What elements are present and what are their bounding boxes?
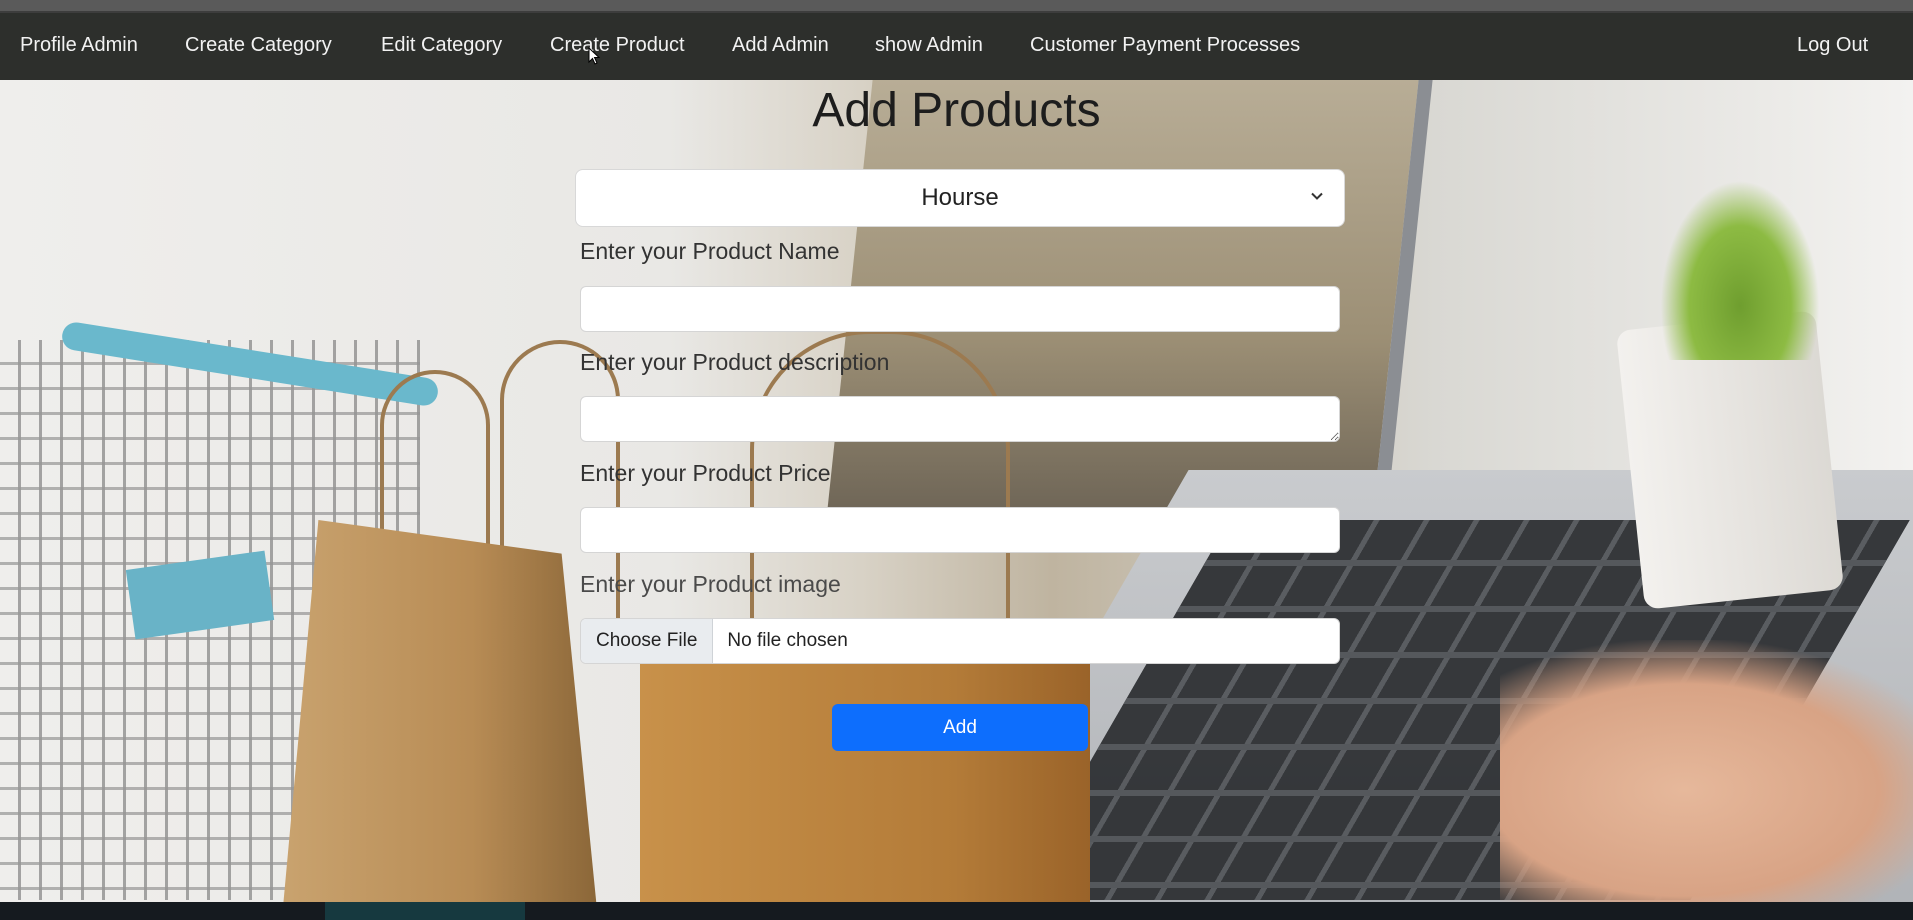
product-image-label: Enter your Product image	[580, 571, 841, 597]
hand-image	[1500, 640, 1913, 902]
product-name-input[interactable]	[580, 286, 1340, 332]
category-select-value: Hourse	[921, 184, 999, 211]
nav-add-admin[interactable]: Add Admin	[732, 34, 829, 57]
logout-link[interactable]: Log Out	[1797, 34, 1868, 57]
taskbar-active-app[interactable]	[325, 902, 525, 920]
product-name-label: Enter your Product Name	[580, 238, 840, 264]
window-top-strip	[0, 0, 1913, 13]
admin-navbar: Profile Admin Create Category Edit Categ…	[0, 13, 1913, 80]
os-taskbar	[0, 902, 1913, 920]
nav-show-admin[interactable]: show Admin	[875, 34, 983, 57]
choose-file-button[interactable]: Choose File	[581, 619, 714, 663]
product-image-file-input[interactable]: Choose File No file chosen	[580, 618, 1340, 664]
add-product-button[interactable]: Add	[832, 704, 1088, 751]
plant-image	[1660, 180, 1820, 360]
nav-create-category[interactable]: Create Category	[185, 34, 332, 57]
chevron-down-icon	[1311, 192, 1323, 200]
bag-handle-image	[750, 330, 1010, 650]
page-title: Add Products	[812, 84, 1101, 137]
nav-customer-payment-processes[interactable]: Customer Payment Processes	[1030, 34, 1300, 57]
nav-create-product[interactable]: Create Product	[550, 34, 685, 57]
paper-bag-image	[280, 520, 600, 902]
category-select[interactable]: Hourse	[575, 169, 1345, 227]
nav-profile-admin[interactable]: Profile Admin	[20, 34, 138, 57]
nav-edit-category[interactable]: Edit Category	[381, 34, 502, 57]
cursor-icon	[588, 47, 600, 65]
product-description-textarea[interactable]	[580, 396, 1340, 442]
product-price-label: Enter your Product Price	[580, 460, 831, 486]
product-price-input[interactable]	[580, 507, 1340, 553]
product-description-label: Enter your Product description	[580, 349, 890, 375]
paper-bag-image	[640, 635, 1090, 902]
file-status-text: No file chosen	[727, 630, 848, 651]
